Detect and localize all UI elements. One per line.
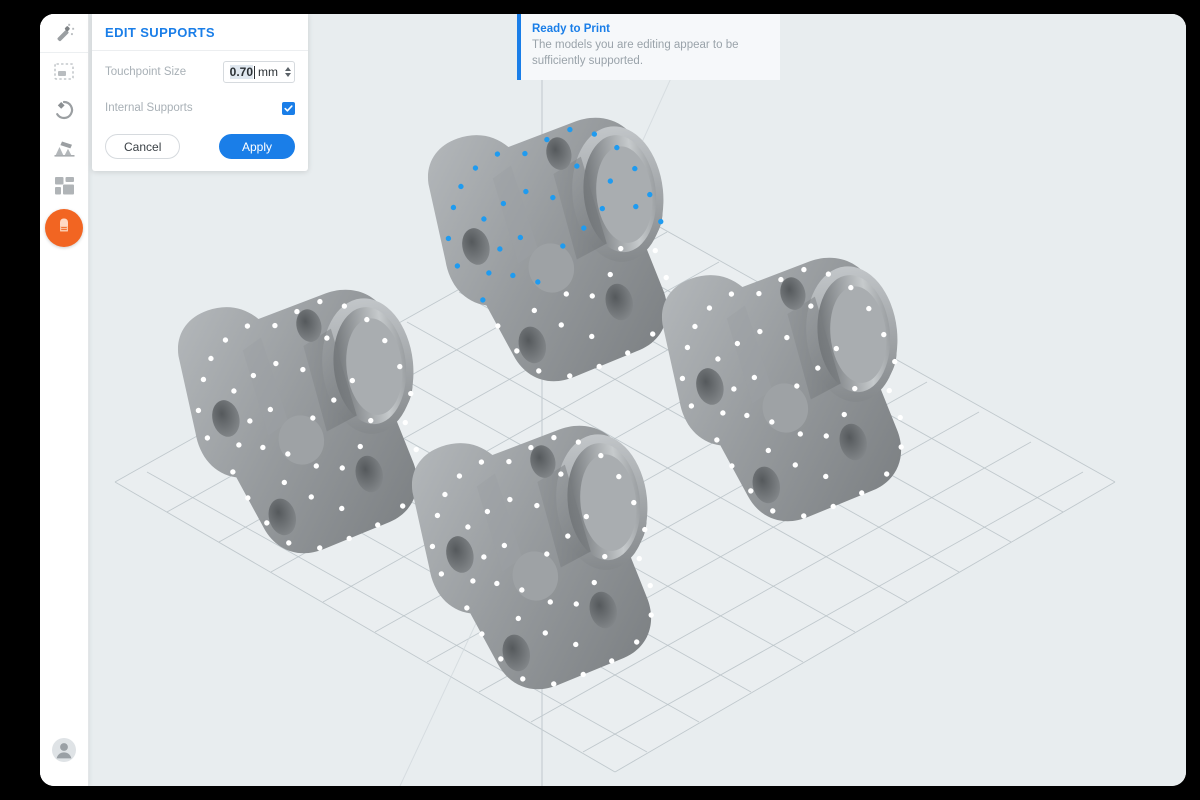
tool-orient[interactable] [40, 91, 88, 129]
layout-arrange-icon [54, 176, 75, 196]
tool-layout[interactable] [40, 167, 88, 205]
panel-actions: Cancel Apply [105, 134, 295, 159]
user-avatar-icon [51, 737, 77, 768]
touchpoint-size-stepper[interactable]: 0.70 mm [223, 61, 295, 83]
stepper-decrement-icon[interactable] [285, 73, 291, 77]
panel-header: EDIT SUPPORTS [92, 14, 308, 51]
tool-supports[interactable] [40, 129, 88, 167]
stepper-increment-icon[interactable] [285, 67, 291, 71]
checkmark-icon [284, 104, 293, 113]
internal-supports-checkbox[interactable] [282, 102, 295, 115]
magic-wand-icon [53, 22, 75, 44]
panel-body: Touchpoint Size 0.70 mm Internal Support… [92, 51, 308, 171]
internal-supports-row: Internal Supports [105, 96, 295, 120]
tool-edit-supports-wrapper [40, 205, 88, 251]
cancel-button[interactable]: Cancel [105, 134, 180, 159]
stepper-arrows[interactable] [285, 67, 291, 77]
apply-button[interactable]: Apply [219, 134, 295, 159]
touchpoint-size-unit: mm [258, 65, 278, 79]
left-toolbar [40, 14, 89, 786]
text-cursor [254, 66, 255, 79]
ready-to-print-notification: Ready to Print The models you are editin… [517, 14, 780, 80]
application-window: EDIT SUPPORTS Touchpoint Size 0.70 mm In… [40, 14, 1186, 786]
tool-auto-generate-supports[interactable] [40, 14, 88, 53]
touchpoint-size-label: Touchpoint Size [105, 66, 186, 78]
notification-title: Ready to Print [532, 23, 768, 35]
marquee-select-icon [53, 62, 75, 82]
touchpoint-size-row: Touchpoint Size 0.70 mm [105, 60, 295, 84]
panel-title: EDIT SUPPORTS [105, 25, 215, 40]
edit-supports-panel: EDIT SUPPORTS Touchpoint Size 0.70 mm In… [92, 14, 308, 171]
edit-supports-icon [54, 216, 74, 241]
supports-structure-icon [53, 138, 76, 158]
touchpoint-size-input[interactable]: 0.70 [230, 65, 253, 79]
notification-message: The models you are editing appear to be … [532, 38, 768, 69]
account-button[interactable] [40, 732, 88, 772]
rotate-orient-icon [53, 99, 75, 121]
tool-select[interactable] [40, 53, 88, 91]
tool-edit-supports[interactable] [45, 209, 83, 247]
internal-supports-label: Internal Supports [105, 102, 193, 114]
